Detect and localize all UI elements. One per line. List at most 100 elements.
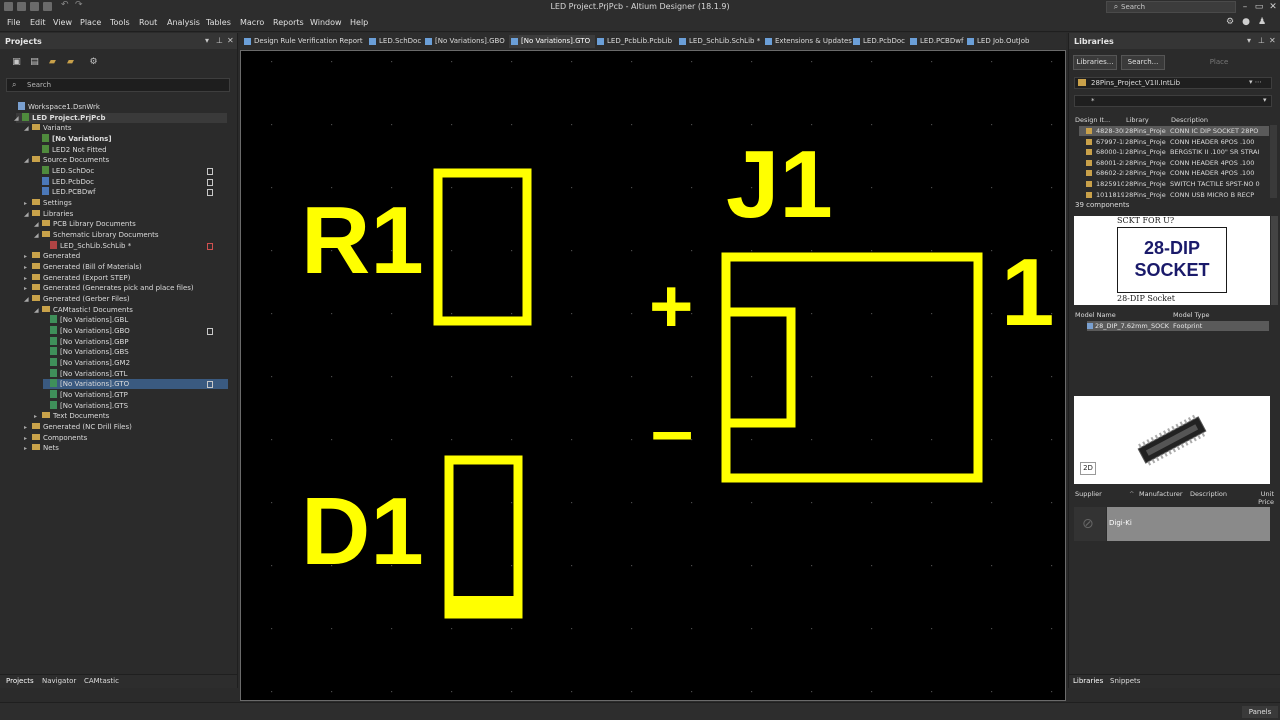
- component-row[interactable]: 68602-2I 28Pins_Proje CONN HEADER 4POS .10…: [1079, 168, 1269, 178]
- menu-tools[interactable]: Tools: [110, 18, 130, 27]
- tree-item[interactable]: ◢ CAMtastic! Documents: [34, 305, 133, 316]
- menu-window[interactable]: Window: [310, 18, 342, 27]
- expand-toggle-icon[interactable]: ◢: [24, 294, 32, 305]
- tab-camtastic[interactable]: CAMtastic: [84, 677, 119, 685]
- project-options-gear-icon[interactable]: ⚙: [88, 57, 99, 68]
- menu-view[interactable]: View: [53, 18, 72, 27]
- gerber-canvas[interactable]: R1 D1 J1 1 + –: [240, 50, 1066, 701]
- menu-edit[interactable]: Edit: [30, 18, 46, 27]
- tree-item[interactable]: ▸ Generated (Bill of Materials): [24, 262, 142, 273]
- menu-analysis[interactable]: Analysis: [167, 18, 200, 27]
- compile-icon[interactable]: ▤: [29, 57, 40, 68]
- document-tab[interactable]: LED.SchDoc: [367, 35, 423, 48]
- tree-item[interactable]: ▸ Generated (Generates pick and place fil…: [24, 283, 194, 294]
- tree-item[interactable]: ◢ Source Documents: [24, 155, 109, 166]
- col-library[interactable]: Library: [1126, 116, 1149, 125]
- component-filter-input[interactable]: *: [1074, 95, 1272, 107]
- menu-place[interactable]: Place: [80, 18, 101, 27]
- d1-outline[interactable]: [444, 455, 523, 619]
- expand-toggle-icon[interactable]: ▸: [34, 411, 42, 422]
- document-tab[interactable]: LED_PcbLib.PcbLib: [595, 35, 677, 48]
- menu-help[interactable]: Help: [350, 18, 368, 27]
- expand-toggle-icon[interactable]: ◢: [14, 113, 22, 124]
- maximize-button[interactable]: ▭: [1252, 1, 1266, 13]
- expand-toggle-icon[interactable]: ▸: [24, 273, 32, 284]
- r1-outline[interactable]: [433, 168, 532, 326]
- document-tab[interactable]: Design Rule Verification Report: [242, 35, 367, 48]
- j1-pin1-outline[interactable]: [721, 307, 796, 428]
- tree-item[interactable]: ▸ Settings: [24, 198, 72, 209]
- close-button[interactable]: ✕: [1266, 1, 1280, 13]
- component-list-scrollbar[interactable]: [1270, 125, 1277, 198]
- expand-toggle-icon[interactable]: ◢: [34, 230, 42, 241]
- col-unit-price[interactable]: Unit Price: [1248, 490, 1274, 506]
- tree-item[interactable]: LED2 Not Fitted: [34, 144, 107, 156]
- col-supplier[interactable]: Supplier: [1075, 490, 1102, 499]
- panel-close-icon[interactable]: ✕: [227, 36, 234, 45]
- notifications-icon[interactable]: ●: [1240, 17, 1252, 28]
- tree-item[interactable]: [No Variations].GBS: [42, 347, 129, 358]
- tree-item[interactable]: [No Variations]: [34, 134, 112, 145]
- tree-item[interactable]: ◢ Variants: [24, 123, 71, 134]
- tree-item[interactable]: LED.PcbDoc: [34, 176, 94, 188]
- global-search-input[interactable]: Search: [1106, 1, 1236, 13]
- panel-close-icon[interactable]: ✕: [1269, 36, 1276, 45]
- library-dropdown-icon[interactable]: ▾ ⋯: [1249, 78, 1262, 86]
- tree-item[interactable]: LED.SchDoc: [34, 166, 94, 177]
- tab-navigator[interactable]: Navigator: [42, 677, 76, 685]
- tree-item[interactable]: ▸ Generated (Export STEP): [24, 273, 130, 284]
- tree-item[interactable]: ◢ PCB Library Documents: [34, 219, 136, 230]
- user-icon[interactable]: ♟: [1256, 17, 1268, 28]
- footprint-3d-preview[interactable]: 2D: [1074, 396, 1270, 484]
- menu-reports[interactable]: Reports: [273, 18, 304, 27]
- view-2d-toggle[interactable]: 2D: [1080, 462, 1096, 475]
- expand-toggle-icon[interactable]: ▸: [24, 251, 32, 262]
- tree-item[interactable]: [No Variations].GTS: [42, 400, 128, 412]
- document-tab[interactable]: [No Variations].GBO: [423, 35, 509, 48]
- expand-toggle-icon[interactable]: ▸: [24, 262, 32, 273]
- pin-icon[interactable]: ⊥: [216, 36, 223, 45]
- col-description[interactable]: Description: [1171, 116, 1208, 125]
- tree-item[interactable]: LED_SchLib.SchLib *: [42, 240, 131, 252]
- open-folder-icon[interactable]: ▰: [47, 57, 58, 68]
- component-row[interactable]: 4828-30I 28Pins_Proje CONN IC DIP SOCKET 2…: [1079, 126, 1269, 136]
- menu-tables[interactable]: Tables: [206, 18, 231, 27]
- tree-item[interactable]: [No Variations].GBL: [42, 315, 128, 326]
- tree-item[interactable]: [No Variations].GBP: [42, 336, 129, 348]
- document-tab[interactable]: LED.PcbDoc: [851, 35, 908, 48]
- panel-menu-icon[interactable]: ▾: [1247, 36, 1251, 45]
- tree-item[interactable]: ▸ Generated: [24, 251, 80, 262]
- col-description[interactable]: Description: [1190, 490, 1227, 499]
- pin-icon[interactable]: ⊥: [1258, 36, 1265, 45]
- component-row[interactable]: 67997-1I 28Pins_Proje CONN HEADER 6POS .10…: [1079, 137, 1269, 147]
- expand-toggle-icon[interactable]: ▸: [24, 443, 32, 454]
- tab-projects[interactable]: Projects: [6, 677, 34, 685]
- search-button[interactable]: Search...: [1121, 55, 1165, 70]
- panel-menu-icon[interactable]: ▾: [205, 36, 209, 45]
- tree-item[interactable]: [No Variations].GTP: [42, 390, 128, 401]
- expand-toggle-icon[interactable]: ◢: [24, 209, 32, 220]
- document-tab[interactable]: LED_SchLib.SchLib *: [677, 35, 763, 48]
- d1-designator[interactable]: D1: [301, 478, 424, 585]
- minimize-button[interactable]: –: [1238, 1, 1252, 13]
- save-project-icon[interactable]: ▣: [11, 57, 22, 68]
- tree-item[interactable]: LED.PCBDwf: [34, 187, 95, 198]
- project-folder-icon[interactable]: ▰: [65, 57, 76, 68]
- expand-toggle-icon[interactable]: ▸: [24, 422, 32, 433]
- component-row[interactable]: 1011819 28Pins_Proje CONN USB MICRO B RECP: [1079, 190, 1269, 200]
- expand-toggle-icon[interactable]: ▸: [24, 198, 32, 209]
- component-row[interactable]: 68000-1I 28Pins_Proje BERGSTIK II .100" SR…: [1079, 147, 1269, 157]
- menu-rout[interactable]: Rout: [139, 18, 157, 27]
- tree-item[interactable]: ◢ LED Project.PrjPcb: [14, 112, 105, 124]
- filter-dropdown-icon[interactable]: ▾: [1263, 96, 1267, 104]
- tree-item[interactable]: ◢ Schematic Library Documents: [34, 230, 159, 241]
- supplier-row[interactable]: Digi-Ki: [1107, 507, 1270, 541]
- document-tab[interactable]: LED Job.OutJob: [965, 35, 1031, 48]
- col-design-item[interactable]: Design It...: [1075, 116, 1110, 125]
- component-row[interactable]: 1825910 28Pins_Proje SWITCH TACTILE SPST-N…: [1079, 179, 1269, 189]
- col-manufacturer[interactable]: Manufacturer: [1139, 490, 1183, 499]
- r1-designator[interactable]: R1: [301, 187, 424, 294]
- document-tab[interactable]: LED.PCBDwf: [908, 35, 965, 48]
- menu-file[interactable]: File: [7, 18, 20, 27]
- j1-designator[interactable]: J1: [726, 131, 833, 238]
